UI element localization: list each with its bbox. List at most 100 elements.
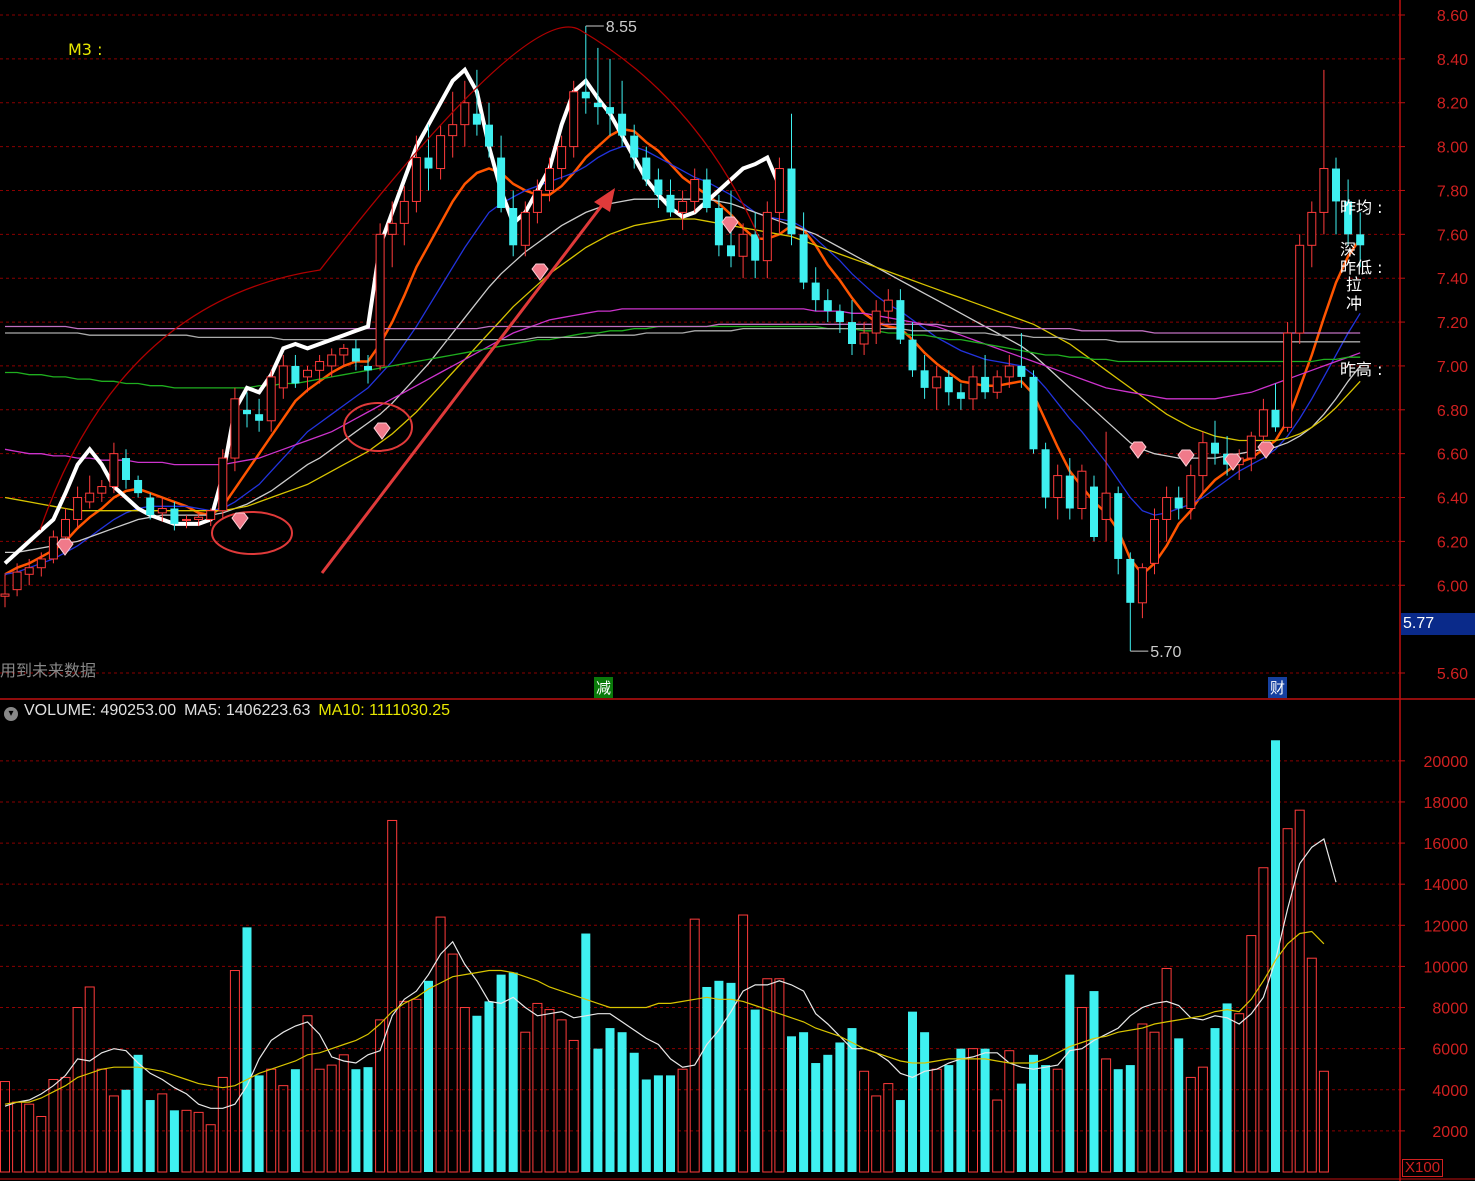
candle-body [387, 222, 397, 235]
volume-bar [217, 1076, 228, 1173]
candle-body [738, 233, 748, 257]
volume-ma5-line [4, 838, 1337, 1109]
candle-body [1283, 332, 1293, 428]
volume-bar [605, 1028, 615, 1172]
volume-bar [944, 1065, 954, 1172]
candle-body [73, 497, 83, 520]
price-tick-label: 5.60 [1437, 666, 1468, 683]
volume-bar [520, 1031, 531, 1173]
price-tick-label: 7.40 [1437, 271, 1468, 288]
candle [811, 267, 820, 312]
volume-bar [411, 998, 422, 1173]
candle-body [896, 300, 905, 340]
candle [411, 135, 421, 213]
volume-unit-label: X100 [1402, 1159, 1444, 1177]
candle-body [1271, 409, 1280, 428]
price-tick-label: 6.00 [1437, 578, 1468, 595]
volume-bar [931, 1068, 942, 1173]
chevron-down-icon[interactable]: ▾ [4, 707, 18, 721]
volume-bar [496, 974, 506, 1172]
volume-bar [568, 1039, 579, 1173]
candle [1319, 69, 1329, 235]
candle-body [1307, 211, 1317, 246]
candle [351, 339, 360, 371]
volume-bar [290, 1069, 300, 1172]
volume-bar [1234, 1013, 1245, 1173]
volume-bar [363, 1067, 373, 1172]
candle [109, 442, 119, 494]
volume-bar [157, 1093, 168, 1173]
candle-body [774, 168, 784, 213]
candle-body [1053, 475, 1063, 499]
candle-body [714, 208, 723, 246]
price-tick-label: 7.80 [1437, 183, 1468, 200]
volume-tick-label: 2000 [1432, 1124, 1468, 1141]
candle-body [835, 311, 844, 323]
trend-arrow-shaft [320, 199, 608, 574]
volume-bar [908, 1011, 917, 1172]
candle-body [1356, 234, 1365, 246]
candle [678, 190, 688, 230]
stock-chart[interactable]: 8.60 8.40 8.20 8.00 7.80 7.60 7.40 7.20 7.00 6.80… [0, 0, 1475, 1181]
signal-marker-reduce[interactable]: 减 [594, 677, 614, 698]
candle-body [532, 189, 542, 213]
candle-body [303, 369, 312, 378]
candle [291, 354, 300, 388]
candle [848, 300, 856, 355]
candle-body [472, 113, 481, 125]
volume-bar [278, 1085, 289, 1173]
candle-body [520, 211, 530, 246]
candle-body [134, 479, 143, 494]
volume-bar [629, 1052, 639, 1172]
ma-line-6 [5, 325, 1361, 389]
volume-bar [12, 1101, 23, 1173]
candle-body [654, 179, 663, 195]
price-tick-label: 8.00 [1437, 140, 1468, 157]
candle [1162, 486, 1172, 542]
candle-body [1065, 475, 1074, 509]
candle-body [436, 135, 446, 170]
gem-signal-icon [721, 216, 739, 234]
volume-bar [447, 953, 458, 1173]
volume-bar [1113, 1069, 1123, 1172]
candle [1101, 431, 1111, 542]
candle-body [908, 339, 917, 371]
candle-body [751, 234, 760, 261]
candle-body [315, 361, 325, 371]
volume-bar [895, 1100, 905, 1172]
candle [1126, 552, 1135, 652]
candle [375, 223, 385, 371]
ma-line-8 [5, 323, 1361, 334]
candle [243, 392, 251, 428]
candle-body [762, 211, 772, 262]
candle-body [968, 376, 978, 400]
candle [327, 348, 337, 377]
candle-body [581, 91, 590, 99]
volume-bar [920, 1032, 930, 1172]
candle-body [593, 102, 602, 108]
candle-body [702, 179, 711, 209]
candle [497, 135, 506, 213]
volume-tick-label: 16000 [1424, 836, 1469, 853]
candle-body [157, 508, 167, 514]
volume-bars [0, 740, 1329, 1173]
candle [1283, 322, 1293, 432]
volume-tick-label: 18000 [1424, 795, 1469, 812]
candle-body [883, 299, 893, 312]
candle-body [364, 365, 372, 371]
volume-bar [266, 1068, 277, 1173]
price-tick-label: 8.40 [1437, 52, 1468, 69]
signal-marker-finance[interactable]: 财 [1268, 677, 1288, 698]
candle [606, 58, 614, 136]
candle [1053, 464, 1063, 520]
candle [0, 574, 10, 608]
grid-lines [0, 14, 1400, 1132]
price-tick-label: 6.20 [1437, 534, 1468, 551]
price-tick-label: 6.80 [1437, 403, 1468, 420]
candle [1017, 333, 1026, 388]
volume-bar [351, 1069, 361, 1172]
ma-line-3 [5, 198, 1361, 554]
candle [399, 186, 409, 246]
gem-signal-icon [1177, 449, 1195, 467]
candle-body [291, 365, 300, 384]
